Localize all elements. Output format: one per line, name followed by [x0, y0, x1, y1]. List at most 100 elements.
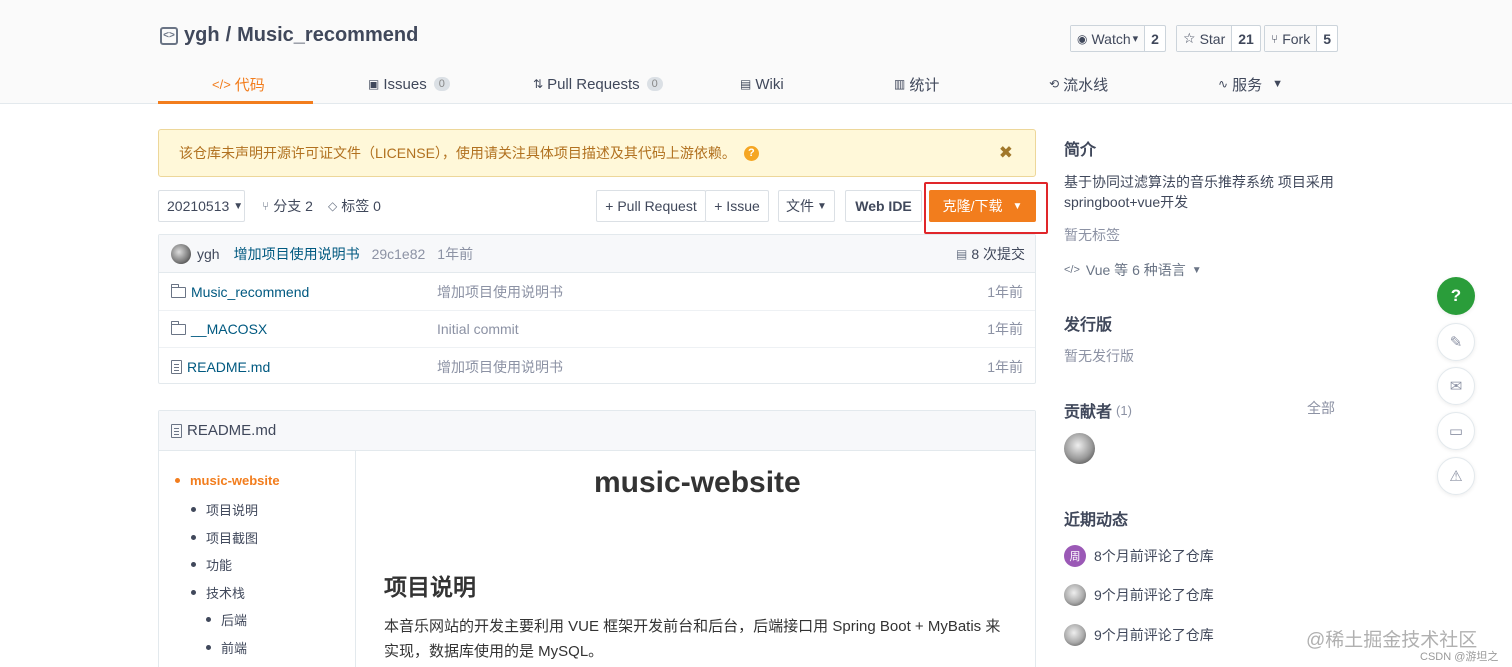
fork-label: Fork	[1282, 30, 1311, 47]
fork-button-group[interactable]: ⑂ Fork 5	[1264, 25, 1338, 52]
commit-author[interactable]: ygh	[197, 246, 220, 262]
file-time: 1年前	[987, 321, 1023, 337]
file-name-link[interactable]: Music_recommend	[170, 283, 309, 300]
commit-count[interactable]: ▤ 8 次提交	[956, 244, 1025, 264]
toc-label: 后端	[221, 613, 248, 628]
tab-stats[interactable]: ▥ 统计	[894, 64, 939, 104]
language-dropdown[interactable]: </> Vue 等 6 种语言 ▼	[1064, 260, 1202, 280]
branches-label: 分支 2	[273, 198, 313, 214]
commit-count-label: 8 次提交	[971, 245, 1025, 262]
commit-message[interactable]: 增加项目使用说明书	[234, 244, 360, 264]
bullet	[175, 478, 180, 483]
toc-item[interactable]: 项目截图	[191, 528, 258, 547]
warning-icon[interactable]: ⚠	[1437, 457, 1475, 495]
commit-time: 1年前	[437, 245, 474, 262]
activity-text: 9个月前评论了仓库	[1094, 627, 1214, 643]
toc-item[interactable]: 项目说明	[191, 500, 258, 519]
file-icon	[171, 359, 182, 374]
readme-header: README.md	[159, 411, 1035, 451]
branches-link[interactable]: ⑂ 分支 2	[262, 196, 313, 216]
toc-label: 技术栈	[206, 586, 246, 601]
file-icon	[171, 423, 182, 438]
watch-button[interactable]: ◉ Watch ▾	[1071, 26, 1146, 51]
tags-label: 标签 0	[341, 198, 381, 214]
highlight-box	[924, 182, 1048, 234]
toc-item[interactable]: 后端	[206, 610, 247, 629]
web-ide-button[interactable]: Web IDE	[845, 190, 922, 222]
file-list: ygh 增加项目使用说明书 29c1e82 1年前 ▤ 8 次提交 Music_…	[158, 234, 1036, 384]
fork-button[interactable]: ⑂ Fork	[1265, 26, 1318, 51]
readme-filename[interactable]: README.md	[187, 422, 276, 439]
toc-item[interactable]: 功能	[191, 555, 232, 574]
repo-separator: /	[225, 24, 232, 46]
commit-hash[interactable]: 29c1e82	[372, 246, 426, 262]
file-name-link[interactable]: __MACOSX	[170, 320, 267, 337]
file-row: __MACOSX Initial commit 1年前	[159, 311, 1035, 348]
toc-label: 前端	[221, 641, 248, 656]
activity-item: 9个月前评论了仓库	[1064, 584, 1214, 606]
mail-icon[interactable]: ✉	[1437, 367, 1475, 405]
repo-owner-link[interactable]: ygh	[184, 24, 220, 47]
file-commit-message[interactable]: 增加项目使用说明书	[437, 282, 563, 302]
file-row: README.md 增加项目使用说明书 1年前	[159, 348, 1035, 385]
tab-service-label: 服务	[1232, 76, 1263, 94]
tab-pull-requests[interactable]: ⇅ Pull Requests 0	[533, 64, 663, 104]
tab-code-label: 代码	[234, 76, 265, 94]
file-time: 1年前	[987, 358, 1023, 375]
tab-issues[interactable]: ▣ Issues 0	[368, 64, 450, 104]
file-dropdown[interactable]: 文件 ▼	[778, 190, 835, 222]
readme-paragraph: 本音乐网站的开发主要利用 VUE 框架开发前台和后台，后端接口用 Spring …	[384, 618, 1001, 660]
all-contributors-link[interactable]: 全部	[1307, 398, 1335, 418]
avatar[interactable]: 周	[1064, 545, 1086, 567]
avatar[interactable]	[171, 243, 191, 264]
star-button-group[interactable]: ☆ Star 21	[1176, 25, 1261, 52]
activity-text: 9个月前评论了仓库	[1094, 587, 1214, 603]
watch-button-group[interactable]: ◉ Watch ▾ 2	[1070, 25, 1166, 52]
toc-item[interactable]: 技术栈	[191, 583, 245, 602]
fork-count[interactable]: 5	[1317, 26, 1337, 51]
avatar[interactable]	[1064, 433, 1095, 464]
tab-stats-label: 统计	[909, 76, 940, 94]
eye-icon: ◉	[1077, 31, 1088, 46]
intro-heading: 简介	[1064, 142, 1097, 159]
license-notice: 该仓库未声明开源许可证文件（LICENSE），使用请关注具体项目描述及其代码上游…	[158, 129, 1036, 177]
watch-count[interactable]: 2	[1145, 26, 1165, 51]
help-icon[interactable]: ?	[743, 145, 759, 161]
toc-label: music-website	[190, 473, 280, 488]
repo-title: <> ygh / Music_recommend	[160, 24, 418, 47]
chat-icon[interactable]: ▭	[1437, 412, 1475, 450]
file-time: 1年前	[987, 284, 1023, 300]
avatar[interactable]	[1064, 584, 1086, 606]
toc-item[interactable]: 前端	[206, 638, 247, 657]
file-commit-message[interactable]: Initial commit	[437, 321, 519, 337]
pull-request-icon: ⇅	[533, 77, 544, 91]
activity-item: 周 8个月前评论了仓库	[1064, 545, 1214, 567]
file-commit-message[interactable]: 增加项目使用说明书	[437, 357, 563, 377]
new-issue-button[interactable]: + Issue	[705, 190, 769, 222]
tab-service[interactable]: ∿ 服务 ▼	[1218, 64, 1283, 104]
toc-item[interactable]: music-website	[175, 473, 280, 488]
wiki-icon: ▤	[740, 77, 752, 91]
tab-code[interactable]: </> 代码	[212, 64, 265, 104]
tab-wiki[interactable]: ▤ Wiki	[740, 64, 784, 104]
edit-icon[interactable]: ✎	[1437, 323, 1475, 361]
avatar[interactable]	[1064, 624, 1086, 646]
activity-text: 8个月前评论了仓库	[1094, 548, 1214, 564]
repo-name-link[interactable]: Music_recommend	[237, 24, 418, 47]
branch-select[interactable]: 20210513 ▼	[158, 190, 245, 222]
close-icon[interactable]: ✖	[999, 143, 1013, 163]
service-icon: ∿	[1218, 77, 1229, 91]
star-icon: ☆	[1183, 30, 1196, 46]
new-pull-request-button[interactable]: + Pull Request	[596, 190, 706, 222]
tab-issues-label: Issues	[383, 75, 427, 93]
star-label: Star	[1199, 30, 1226, 47]
star-button[interactable]: ☆ Star	[1177, 26, 1233, 51]
no-release-text: 暂无发行版	[1064, 348, 1134, 364]
help-icon[interactable]: ?	[1437, 277, 1475, 315]
star-count[interactable]: 21	[1232, 26, 1260, 51]
activity-item: 9个月前评论了仓库	[1064, 624, 1214, 646]
issues-icon: ▣	[368, 77, 380, 91]
tab-pipeline[interactable]: ⟲ 流水线	[1049, 64, 1108, 104]
file-name-link[interactable]: README.md	[171, 359, 270, 375]
tags-link[interactable]: ◇ 标签 0	[328, 196, 381, 216]
